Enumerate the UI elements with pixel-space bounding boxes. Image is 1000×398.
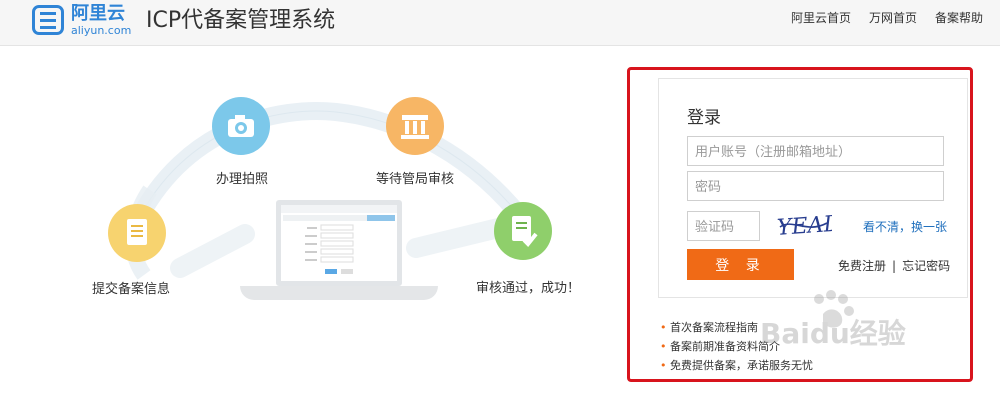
form-preview-drawing — [281, 205, 397, 274]
free-register-link[interactable]: 免费注册 — [838, 259, 886, 273]
top-header: 阿里云 aliyun.com ICP代备案管理系统 阿里云首页 万网首页 备案帮… — [0, 0, 1000, 46]
login-title: 登录 — [687, 108, 721, 128]
step-photo-label: 办理拍照 — [216, 172, 269, 187]
watermark-text: Baidu经验 — [760, 317, 906, 350]
aliyun-logo-icon — [32, 5, 64, 35]
top-navigation: 阿里云首页 万网首页 备案帮助 — [791, 10, 983, 26]
step-review-label: 等待管局审核 — [376, 172, 455, 187]
approved-document-icon — [512, 216, 538, 247]
password-input[interactable] — [687, 171, 944, 201]
captcha-image[interactable]: YEAD — [776, 210, 832, 240]
account-links: 免费注册 | 忘记密码 — [838, 257, 956, 274]
refresh-captcha-link[interactable]: 看不清，换一张 — [863, 218, 947, 235]
logo-english: aliyun.com — [71, 24, 132, 37]
laptop-base — [240, 286, 438, 300]
login-button[interactable]: 登 录 — [687, 249, 794, 280]
step-submit-label: 提交备案信息 — [92, 282, 171, 297]
logo-chinese: 阿里云 — [71, 3, 125, 24]
step-submit-node — [108, 204, 166, 262]
step-success-node — [494, 202, 552, 260]
step-review-node — [386, 97, 444, 155]
document-icon — [127, 219, 147, 245]
filing-help-link[interactable]: 备案帮助 — [935, 10, 983, 26]
forgot-password-link[interactable]: 忘记密码 — [902, 259, 950, 273]
system-title: ICP代备案管理系统 — [146, 8, 336, 33]
baidu-watermark: Baidu经验 — [760, 290, 906, 350]
aliyun-home-link[interactable]: 阿里云首页 — [791, 10, 851, 26]
step-success-label: 审核通过，成功！ — [476, 281, 581, 296]
laptop-form-preview — [276, 200, 402, 286]
aliyun-logo[interactable]: 阿里云 aliyun.com — [32, 4, 136, 38]
camera-icon — [228, 115, 254, 137]
captcha-input[interactable] — [687, 211, 760, 241]
wanwang-home-link[interactable]: 万网首页 — [869, 10, 917, 26]
account-input[interactable] — [687, 136, 944, 166]
link-separator: | — [892, 259, 897, 273]
government-building-icon — [401, 115, 429, 139]
step-photo-node — [212, 97, 270, 155]
filing-process-illustration: 提交备案信息 办理拍照 等待管局审核 审核通过，成功！ — [90, 70, 600, 340]
